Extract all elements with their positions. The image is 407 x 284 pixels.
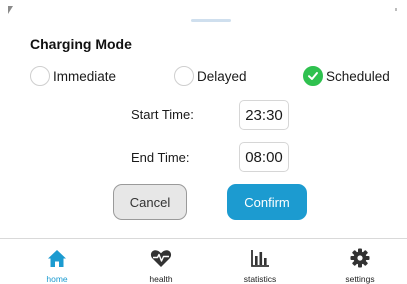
tab-statistics[interactable]: statistics bbox=[228, 247, 292, 284]
tab-bar-divider bbox=[0, 238, 407, 239]
bar-chart-icon bbox=[249, 247, 271, 269]
mode-label-scheduled: Scheduled bbox=[326, 68, 390, 84]
sheet-title: Charging Mode bbox=[30, 36, 132, 52]
tab-home[interactable]: home bbox=[25, 247, 89, 284]
radio-immediate[interactable] bbox=[30, 66, 50, 86]
end-time-label: End Time: bbox=[131, 150, 190, 165]
end-time-field[interactable]: 08:00 bbox=[239, 142, 289, 172]
heartbeat-icon bbox=[150, 247, 172, 269]
cancel-button[interactable]: Cancel bbox=[113, 184, 187, 220]
tab-settings[interactable]: settings bbox=[328, 247, 392, 284]
sheet-drag-handle[interactable] bbox=[191, 19, 231, 22]
mode-option-delayed[interactable]: Delayed bbox=[174, 64, 247, 88]
tab-health[interactable]: health bbox=[129, 247, 193, 284]
check-icon bbox=[308, 72, 318, 80]
mode-option-immediate[interactable]: Immediate bbox=[30, 64, 116, 88]
gear-icon bbox=[349, 247, 371, 269]
mode-label-immediate: Immediate bbox=[53, 68, 117, 84]
confirm-button[interactable]: Confirm bbox=[227, 184, 307, 220]
radio-delayed[interactable] bbox=[174, 66, 194, 86]
mode-label-delayed: Delayed bbox=[197, 68, 247, 84]
radio-scheduled[interactable] bbox=[303, 66, 323, 86]
start-time-field[interactable]: 23:30 bbox=[239, 100, 289, 130]
home-icon bbox=[46, 247, 68, 269]
window-corner-marker bbox=[8, 6, 13, 14]
mode-option-scheduled[interactable]: Scheduled bbox=[303, 64, 390, 88]
start-time-label: Start Time: bbox=[131, 107, 194, 122]
window-corner-marker-right bbox=[395, 8, 397, 11]
